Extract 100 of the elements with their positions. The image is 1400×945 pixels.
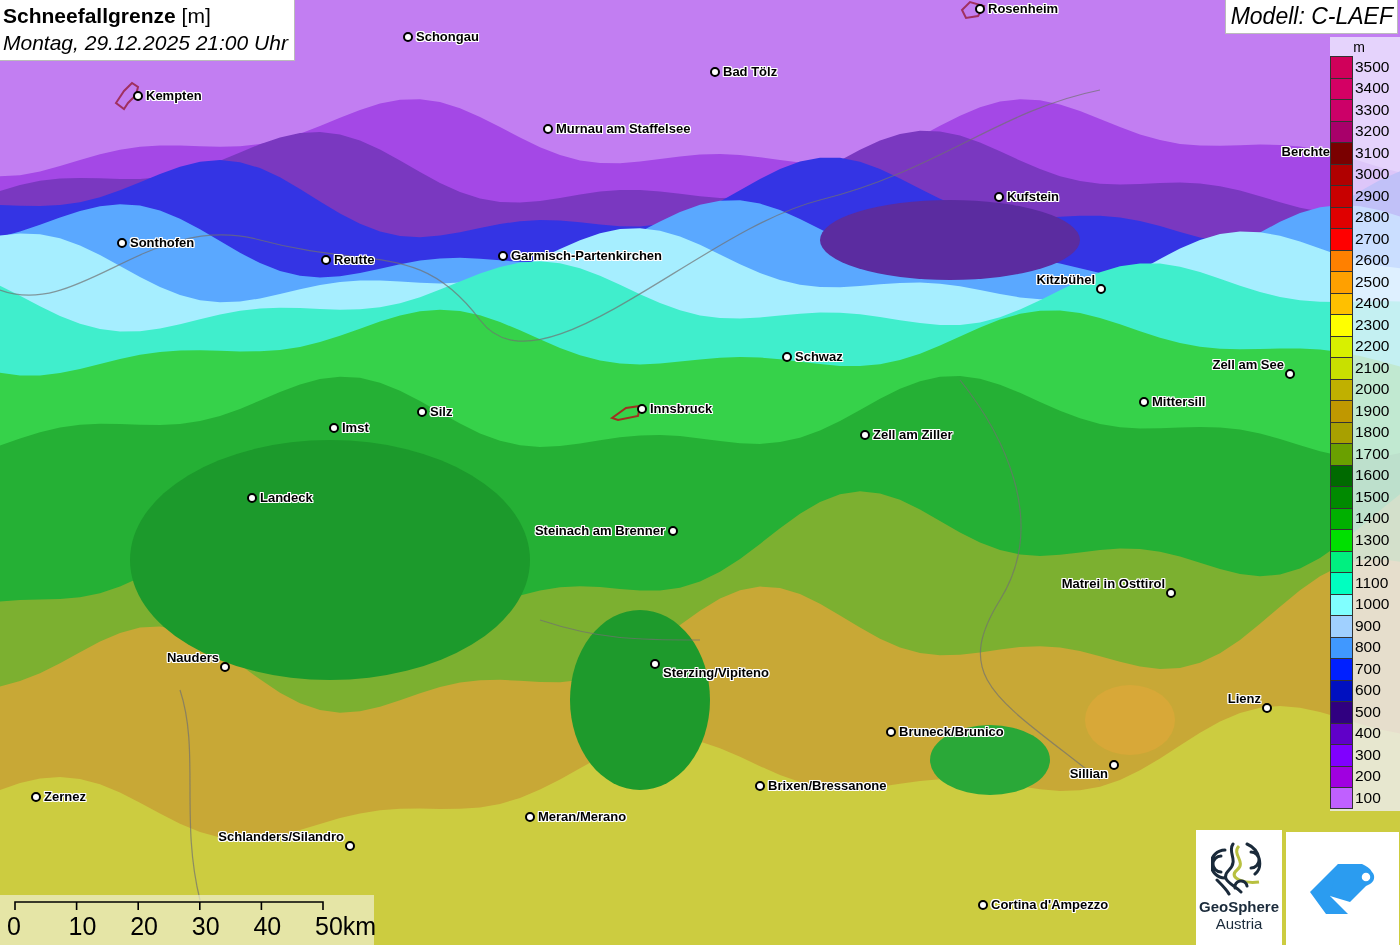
legend-label: 3000 (1355, 166, 1390, 183)
city-label: Matrei in Osttirol (1061, 576, 1165, 592)
legend-label: 300 (1355, 746, 1381, 763)
city-label: Schongau (416, 29, 479, 45)
city-marker-icon (133, 91, 143, 101)
model-label: Modell: C-LAEF (1224, 0, 1398, 34)
city-label: Silz (430, 404, 453, 420)
city-marker-icon (403, 32, 413, 42)
legend-label: 1000 (1355, 596, 1390, 613)
legend-label: 2500 (1355, 273, 1390, 290)
scale-label: 30 (191, 912, 220, 940)
city-marker-icon (1139, 397, 1149, 407)
city-marker-icon (782, 352, 792, 362)
city-label: Kitzbühel (1036, 272, 1095, 288)
city-label: Schlanders/Silandro (218, 829, 344, 845)
city-marker-icon (1285, 369, 1295, 379)
legend-label: 1200 (1355, 553, 1390, 570)
city-label: Sonthofen (130, 235, 195, 251)
legend-label: 500 (1355, 703, 1381, 720)
scale-label: 20 (130, 912, 158, 940)
scale-bar-icon (14, 901, 324, 911)
city-marker-icon (417, 407, 427, 417)
legend-label: 2400 (1355, 295, 1390, 312)
city-marker-icon (860, 430, 870, 440)
city-label: Nauders (166, 650, 219, 666)
city-marker-icon (329, 423, 339, 433)
city-label: Lienz (1227, 691, 1261, 707)
legend-label: 1600 (1355, 467, 1390, 484)
city-label: Schwaz (795, 349, 843, 365)
city-label: Innsbruck (650, 401, 713, 417)
legend-label: 600 (1355, 682, 1381, 699)
city-marker-icon (650, 659, 660, 669)
legend-label: 700 (1355, 660, 1381, 677)
city-label: Zell am See (1212, 357, 1284, 373)
city-label: Sillian (1069, 766, 1108, 782)
legend-label: 800 (1355, 639, 1381, 656)
city-marker-icon (31, 792, 41, 802)
legend-label: 3500 (1355, 58, 1390, 75)
legend-label: 1100 (1355, 574, 1389, 591)
legend-label: 2300 (1355, 316, 1390, 333)
legend-label: 100 (1355, 789, 1381, 806)
city-marker-icon (1166, 588, 1176, 598)
city-label: Mittersill (1152, 394, 1206, 410)
legend-label: 3300 (1355, 101, 1390, 118)
city-marker-icon (978, 900, 988, 910)
legend-label: 2000 (1355, 381, 1390, 398)
city-label: Murnau am Staffelsee (556, 121, 691, 137)
legend-label: 1500 (1355, 488, 1390, 505)
city-marker-icon (345, 841, 355, 851)
legend-label: 400 (1355, 725, 1381, 742)
city-label: Kempten (146, 88, 202, 104)
date-time: Montag, 29.12.2025 21:00 Uhr (3, 30, 288, 56)
legend-label: 2200 (1355, 338, 1390, 355)
city-label: Brixen/Bressanone (768, 778, 887, 794)
legend-label: 1400 (1355, 510, 1390, 527)
city-label: Landeck (260, 490, 313, 506)
city-marker-icon (710, 67, 720, 77)
scale-label: 0 (7, 912, 21, 940)
legend-label: 3400 (1355, 80, 1390, 97)
logo-subtext: Austria (1215, 915, 1263, 932)
legend-label: 2100 (1355, 359, 1390, 376)
legend-label: 1800 (1355, 424, 1390, 441)
city-marker-icon (220, 662, 230, 672)
city-label: Kufstein (1007, 189, 1059, 205)
legend-unit: m (1352, 39, 1366, 56)
legend-label: 200 (1355, 768, 1381, 785)
city-marker-icon (498, 251, 508, 261)
city-marker-icon (994, 192, 1004, 202)
city-marker-icon (117, 238, 127, 248)
scale-label: 40 (253, 912, 282, 940)
map-title: Schneefallgrenze [m] (3, 3, 212, 29)
legend-label: 2800 (1355, 209, 1390, 226)
legend-label: 2600 (1355, 252, 1390, 269)
city-label: Zell am Ziller (873, 427, 953, 443)
city-marker-icon (247, 493, 257, 503)
city-marker-icon (543, 124, 553, 134)
legend-label: 3100 (1355, 144, 1390, 161)
city-label: Bad Tölz (723, 64, 778, 80)
city-label: Cortina d'Ampezzo (991, 897, 1109, 913)
city-label: Steinach am Brenner (534, 523, 665, 539)
logo-text: GeoSphere (1199, 898, 1279, 915)
scale-label: 50km (315, 912, 377, 940)
city-marker-icon (886, 727, 896, 737)
city-label: Zernez (44, 789, 86, 805)
city-marker-icon (1262, 703, 1272, 713)
legend-label: 1300 (1355, 531, 1390, 548)
legend-label: 1700 (1355, 445, 1390, 462)
city-label: Imst (342, 420, 369, 436)
city-marker-icon (321, 255, 331, 265)
city-marker-icon (1109, 760, 1119, 770)
city-label: Rosenheim (988, 1, 1059, 17)
city-marker-icon (637, 404, 647, 414)
city-marker-icon (668, 526, 678, 536)
legend-label: 3200 (1355, 123, 1390, 140)
legend-label: 2900 (1355, 187, 1390, 204)
city-label: Berchte (1281, 144, 1330, 160)
city-marker-icon (975, 4, 985, 14)
city-label: Meran/Merano (538, 809, 627, 825)
scale-label: 10 (68, 912, 97, 940)
legend-label: 900 (1355, 617, 1381, 634)
